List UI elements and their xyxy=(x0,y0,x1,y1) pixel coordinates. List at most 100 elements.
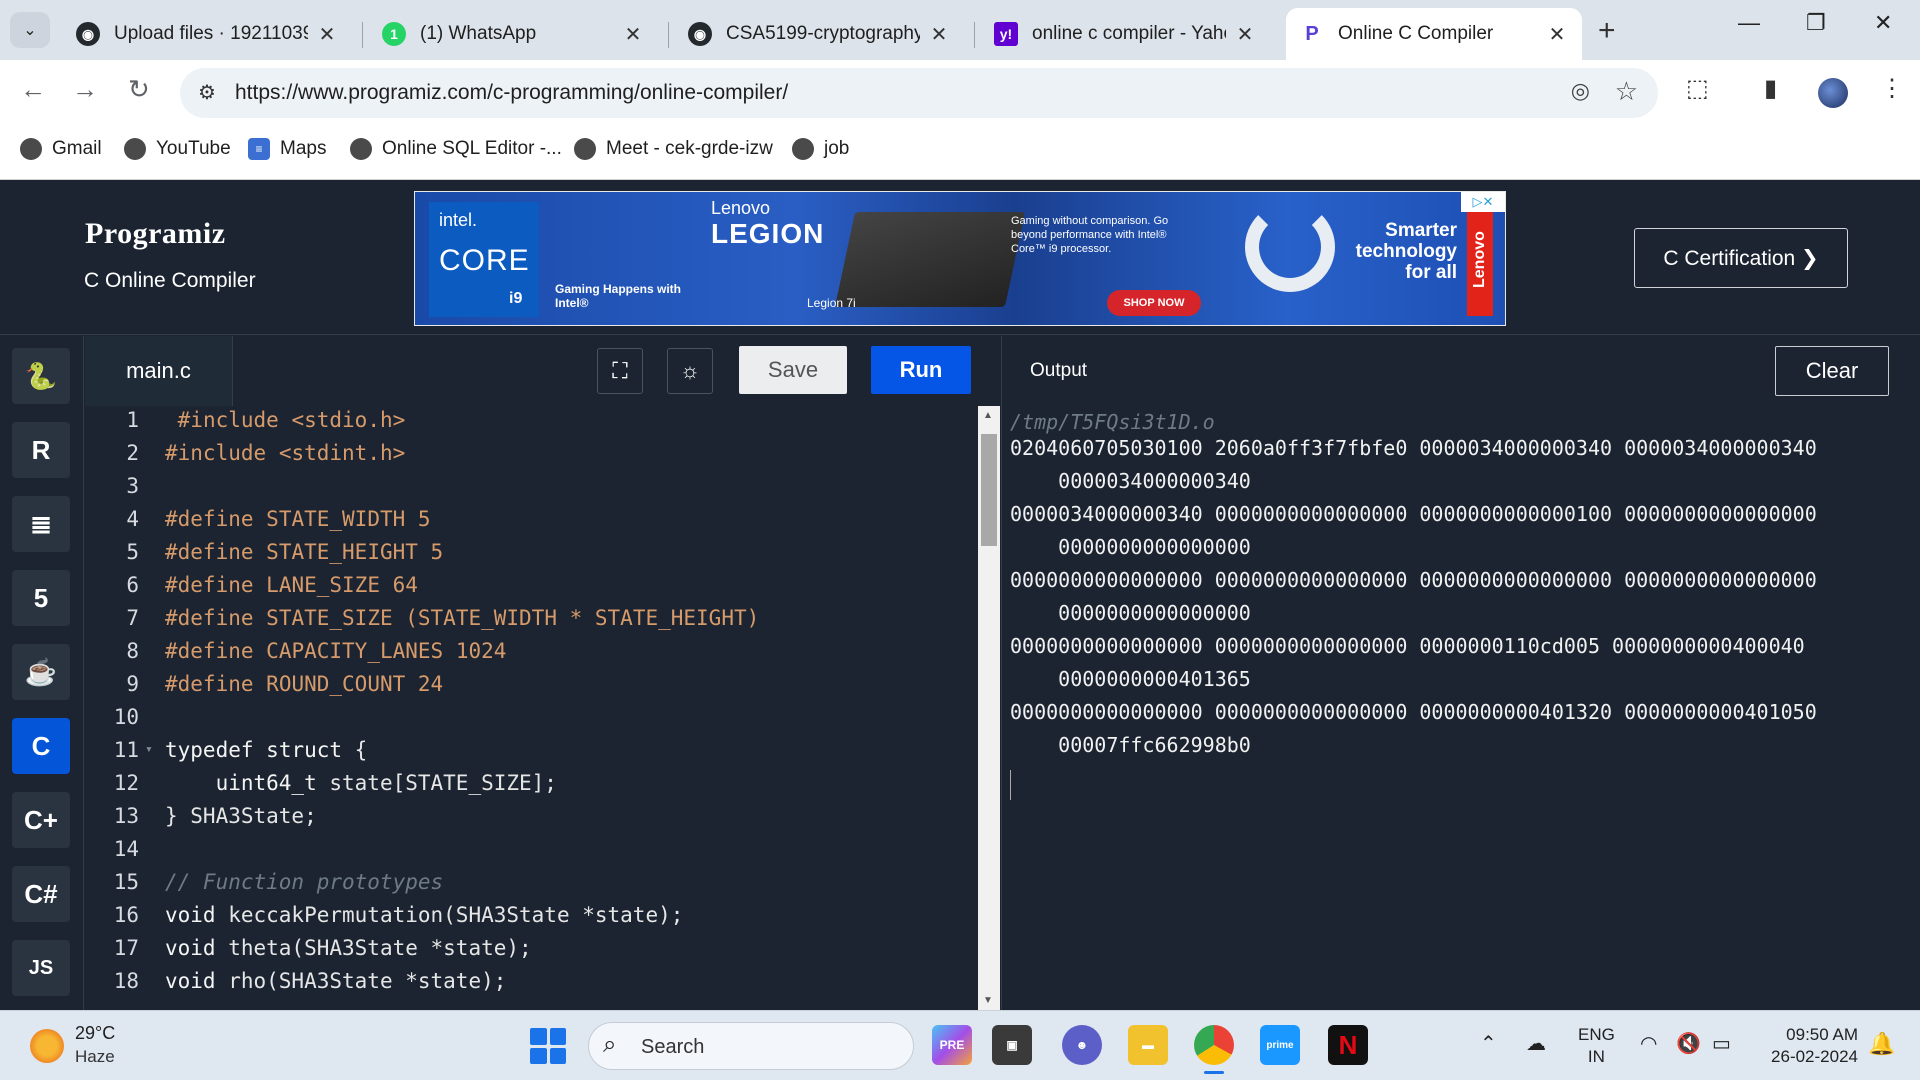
close-window-icon[interactable]: ✕ xyxy=(1874,10,1892,36)
eye-slash-icon[interactable]: ◎ xyxy=(1571,78,1590,104)
code-line[interactable]: 12 uint64_t state[STATE_SIZE]; xyxy=(85,771,978,804)
close-icon[interactable]: ✕ xyxy=(928,22,950,47)
code-line[interactable]: 18 void rho(SHA3State *state); xyxy=(85,969,978,1002)
code-text[interactable]: void rho(SHA3State *state); xyxy=(165,969,506,993)
forward-icon[interactable]: → xyxy=(72,74,98,105)
code-text[interactable]: uint64_t state[STATE_SIZE]; xyxy=(165,771,557,795)
prime-video-icon[interactable]: prime xyxy=(1260,1025,1300,1065)
code-line[interactable]: 9 #define ROUND_COUNT 24 xyxy=(85,672,978,705)
bookmark-job[interactable]: job xyxy=(792,138,849,160)
code-text[interactable]: // Function prototypes xyxy=(165,870,443,894)
run-button[interactable]: Run xyxy=(871,346,971,394)
code-line[interactable]: 17 void theta(SHA3State *state); xyxy=(85,936,978,969)
code-line[interactable]: 16 void keccakPermutation(SHA3State *stat… xyxy=(85,903,978,936)
output-console[interactable]: /tmp/T5FQsi3t1D.o 0204060705030100 2060a… xyxy=(1001,406,1920,1010)
code-line[interactable]: 2 #include <stdint.h> xyxy=(85,441,978,474)
clear-button[interactable]: Clear xyxy=(1775,346,1889,396)
programiz-logo[interactable]: Programiz xyxy=(85,217,226,251)
minimize-icon[interactable]: — xyxy=(1738,10,1760,36)
code-text[interactable]: } SHA3State; xyxy=(165,804,317,828)
fullscreen-icon[interactable]: ⛶ xyxy=(597,348,643,394)
code-text[interactable]: #define LANE_SIZE 64 xyxy=(165,573,418,597)
code-text[interactable]: #define STATE_HEIGHT 5 xyxy=(165,540,443,564)
code-line[interactable]: 15 // Function prototypes xyxy=(85,870,978,903)
weather-description[interactable]: Haze xyxy=(75,1047,115,1067)
language-indicator[interactable]: ENG IN xyxy=(1578,1024,1615,1068)
code-line[interactable]: 6 #define LANE_SIZE 64 xyxy=(85,573,978,606)
python-icon[interactable]: 🐍 xyxy=(12,348,70,404)
scroll-up-icon[interactable]: ▲ xyxy=(983,410,993,421)
battery-icon[interactable]: ▭ xyxy=(1712,1031,1731,1056)
code-text[interactable]: #define STATE_WIDTH 5 xyxy=(165,507,431,531)
taskbar-search-box[interactable]: ⌕ Search xyxy=(588,1022,914,1070)
profile-avatar[interactable] xyxy=(1818,78,1848,108)
bookmark-youtube[interactable]: YouTube xyxy=(124,138,231,160)
theme-toggle-sun-icon[interactable]: ☼ xyxy=(667,348,713,394)
extensions-icon[interactable]: ⬚ xyxy=(1686,74,1709,103)
code-editor[interactable]: 1 #include <stdio.h> 2 #include <stdint.h>… xyxy=(85,406,978,1010)
tab-online-c-compiler[interactable]: P Online C Compiler ✕ xyxy=(1286,8,1582,60)
code-text[interactable]: typedef struct { xyxy=(165,738,367,762)
new-tab-button[interactable]: + xyxy=(1598,14,1616,48)
editor-scrollbar[interactable]: ▲ ▼ xyxy=(978,406,1000,1010)
task-view-icon[interactable]: ▣ xyxy=(992,1025,1032,1065)
close-icon[interactable]: ✕ xyxy=(622,22,644,47)
code-line[interactable]: 10 xyxy=(85,705,978,738)
code-line[interactable]: 4 #define STATE_WIDTH 5 xyxy=(85,507,978,540)
adchoices-icon[interactable]: ▷✕ xyxy=(1461,192,1505,212)
code-line[interactable]: 3 xyxy=(85,474,978,507)
menu-kebab-icon[interactable]: ⋮ xyxy=(1880,74,1904,103)
bookmark-online-sql-editor[interactable]: Online SQL Editor -... xyxy=(350,138,562,160)
weather-haze-icon[interactable] xyxy=(30,1029,64,1063)
tab-yahoo[interactable]: y! online c compiler - Yahoo ✕ xyxy=(980,8,1270,60)
onedrive-cloud-icon[interactable]: ☁ xyxy=(1526,1031,1546,1056)
tab-csa5199[interactable]: ◉ CSA5199-cryptography/2 ✕ xyxy=(674,8,964,60)
code-text[interactable]: #define STATE_SIZE (STATE_WIDTH * STATE_… xyxy=(165,606,759,630)
netflix-icon[interactable]: N xyxy=(1328,1025,1368,1065)
side-panel-icon[interactable]: ▮ xyxy=(1764,74,1777,103)
code-line[interactable]: 8 #define CAPACITY_LANES 1024 xyxy=(85,639,978,672)
code-line[interactable]: 11 ▾ typedef struct { xyxy=(85,738,978,771)
scrollbar-thumb[interactable] xyxy=(981,434,997,546)
reload-icon[interactable]: ↻ xyxy=(128,74,150,105)
speaker-muted-icon[interactable]: 🔇 xyxy=(1676,1031,1701,1056)
chrome-icon[interactable] xyxy=(1194,1025,1234,1074)
tab-whatsapp[interactable]: 1 (1) WhatsApp ✕ xyxy=(368,8,658,60)
bookmark-meet[interactable]: Meet - cek-grde-izw xyxy=(574,138,773,160)
code-text[interactable]: void theta(SHA3State *state); xyxy=(165,936,532,960)
scroll-down-icon[interactable]: ▼ xyxy=(983,995,993,1006)
back-icon[interactable]: ← xyxy=(20,74,46,105)
javascript-icon[interactable]: JS xyxy=(12,940,70,996)
fold-arrow-icon[interactable]: ▾ xyxy=(145,742,153,757)
url-text[interactable]: https://www.programiz.com/c-programming/… xyxy=(235,81,788,105)
weather-temperature[interactable]: 29°C xyxy=(75,1023,115,1044)
java-icon[interactable]: ☕ xyxy=(12,644,70,700)
code-line[interactable]: 13} SHA3State; xyxy=(85,804,978,837)
system-clock[interactable]: 09:50 AM 26-02-2024 xyxy=(1762,1024,1858,1068)
cpp-icon[interactable]: C+ xyxy=(12,792,70,848)
bookmark-gmail[interactable]: Gmail xyxy=(20,138,102,160)
shop-now-button[interactable]: SHOP NOW xyxy=(1107,290,1201,316)
advertisement-banner[interactable]: intel. CORE i9 Lenovo LEGION Gaming Happ… xyxy=(414,191,1506,326)
save-button[interactable]: Save xyxy=(739,346,847,394)
code-text[interactable]: #define ROUND_COUNT 24 xyxy=(165,672,443,696)
file-tab-main-c[interactable]: main.c xyxy=(85,336,233,406)
site-settings-icon[interactable]: ⚙ xyxy=(198,80,216,105)
bookmark-maps[interactable]: ≡ Maps xyxy=(248,138,326,160)
code-text[interactable]: #define CAPACITY_LANES 1024 xyxy=(165,639,506,663)
omnibox[interactable]: ⚙ https://www.programiz.com/c-programmin… xyxy=(180,68,1658,118)
close-icon[interactable]: ✕ xyxy=(1234,22,1256,47)
teams-chat-icon[interactable]: ☻ xyxy=(1062,1025,1102,1065)
code-text[interactable]: #include <stdint.h> xyxy=(165,441,405,465)
c-language-icon[interactable]: C xyxy=(12,718,70,774)
notification-bell-icon[interactable]: 🔔 xyxy=(1868,1031,1895,1057)
windows-start-icon[interactable] xyxy=(530,1028,566,1064)
wifi-icon[interactable]: ◠ xyxy=(1640,1031,1657,1056)
close-icon[interactable]: ✕ xyxy=(1546,22,1568,47)
tab-upload-files[interactable]: ◉ Upload files · 192110399/ ✕ xyxy=(62,8,352,60)
restore-icon[interactable]: ❐ xyxy=(1806,10,1826,36)
tab-search-button[interactable]: ⌄ xyxy=(10,12,50,48)
code-line[interactable]: 5 #define STATE_HEIGHT 5 xyxy=(85,540,978,573)
copilot-icon[interactable]: PRE xyxy=(932,1025,972,1065)
close-icon[interactable]: ✕ xyxy=(316,22,338,47)
